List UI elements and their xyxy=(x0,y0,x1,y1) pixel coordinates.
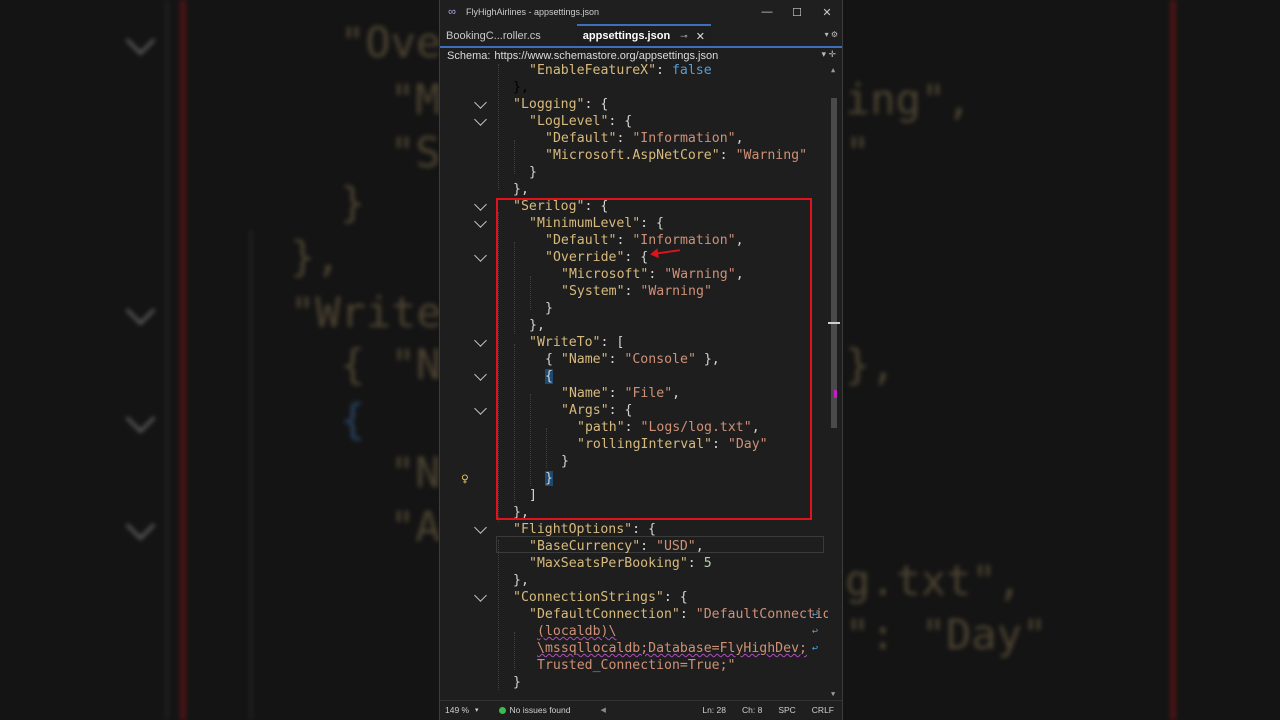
connection-string-part: (localdb)\ xyxy=(537,624,617,639)
background-chevron-icon xyxy=(125,25,156,56)
schema-url[interactable]: https://www.schemastore.org/appsettings.… xyxy=(494,50,718,62)
vs-window: ∞ FlyHighAirlines - appsettings.json — ☐… xyxy=(440,0,842,720)
title-bar: ∞ FlyHighAirlines - appsettings.json — ☐… xyxy=(440,0,842,24)
background-text: ": "Day" xyxy=(845,610,1048,659)
tab-booking-controller[interactable]: BookingC...roller.cs xyxy=(440,26,547,46)
background-text: { xyxy=(340,395,366,444)
code-line: "Microsoft.AspNetCore": "Warning" xyxy=(545,148,808,163)
background-text: "Ove xyxy=(340,18,442,67)
line-ending[interactable]: CRLF xyxy=(812,705,834,715)
code-line: "ConnectionStrings": { xyxy=(513,590,688,605)
word-wrap-icon: ↩ xyxy=(812,643,819,654)
issues-indicator[interactable]: No issues found xyxy=(498,705,571,715)
window-title: FlyHighAirlines - appsettings.json xyxy=(466,7,600,17)
background-text: "A xyxy=(390,502,441,551)
word-wrap-icon: ↩ xyxy=(812,609,819,620)
code-line: "LogLevel": { xyxy=(529,114,633,129)
code-line: "MaxSeatsPerBooking": 5 xyxy=(529,556,712,571)
code-line: "Logging": { xyxy=(513,97,609,112)
fold-chevron-icon[interactable] xyxy=(474,113,487,126)
background-text: g.txt", xyxy=(845,556,1023,605)
connection-string-part: \mssqllocaldb;Database=FlyHighDev; xyxy=(537,641,807,656)
code-line: } xyxy=(513,675,521,690)
code-editor[interactable]: ♀ "EnableFeatureX": false }, "Logging": … xyxy=(440,64,828,700)
code-line: "Default": "Information", xyxy=(545,131,744,146)
document-tabs: BookingC...roller.cs appsettings.json ⊸ … xyxy=(440,24,842,48)
background-chevron-icon xyxy=(125,510,156,541)
code-line: Trusted_Connection=True;" xyxy=(537,657,736,674)
background-chevron-icon xyxy=(125,403,156,434)
zoom-level[interactable]: 149 % xyxy=(445,705,475,715)
highlight-box xyxy=(496,198,812,520)
close-tab-icon[interactable]: ✕ xyxy=(696,30,705,43)
scrollbar-thumb[interactable] xyxy=(831,98,837,428)
code-line: "DefaultConnection": "DefaultConnection"… xyxy=(529,606,828,623)
code-line: }, xyxy=(513,80,529,95)
code-line: } xyxy=(529,165,537,180)
tab-overflow-dropdown-icon[interactable]: ▾ ⚙ xyxy=(825,30,838,39)
fold-chevron-icon[interactable] xyxy=(474,198,487,211)
pin-icon[interactable]: ⊸ xyxy=(680,31,688,42)
maximize-button[interactable]: ☐ xyxy=(782,6,812,19)
code-line: }, xyxy=(513,182,529,197)
lightbulb-icon[interactable]: ♀ xyxy=(461,472,469,487)
scroll-change-marker xyxy=(834,390,837,398)
column-number[interactable]: Ch: 8 xyxy=(742,705,762,715)
connection-string-part: Trusted_Connection=True;" xyxy=(537,658,736,673)
word-wrap-icon: ↩ xyxy=(812,626,819,637)
code-line: (localdb)\ xyxy=(537,623,616,640)
code-line: "FlightOptions": { xyxy=(513,522,656,537)
fold-chevron-icon[interactable] xyxy=(474,96,487,109)
fold-chevron-icon[interactable] xyxy=(474,402,487,415)
scroll-down-icon[interactable]: ▼ xyxy=(831,690,835,698)
tab-appsettings[interactable]: appsettings.json ⊸ ✕ xyxy=(576,24,711,46)
issues-text: No issues found xyxy=(509,705,571,715)
background-text: "Write xyxy=(290,288,442,337)
fold-chevron-icon[interactable] xyxy=(474,589,487,602)
code-line: \mssqllocaldb;Database=FlyHighDev; xyxy=(537,640,807,657)
minimize-button[interactable]: — xyxy=(752,6,782,18)
indent-mode[interactable]: SPC xyxy=(778,705,795,715)
vertical-scrollbar[interactable]: ▲ ▼ xyxy=(828,64,842,700)
check-icon xyxy=(498,706,506,714)
fold-chevron-icon[interactable] xyxy=(474,249,487,262)
scroll-left-icon[interactable]: ◀ xyxy=(600,706,605,714)
fold-chevron-icon[interactable] xyxy=(474,334,487,347)
fold-chevron-icon[interactable] xyxy=(474,521,487,534)
line-number[interactable]: Ln: 28 xyxy=(702,705,726,715)
background-red-bar-left xyxy=(180,0,186,720)
scroll-up-icon[interactable]: ▲ xyxy=(831,66,835,74)
visual-studio-logo-icon: ∞ xyxy=(448,6,456,18)
code-line: "BaseCurrency": "USD", xyxy=(529,539,704,554)
background-text: }, xyxy=(290,232,341,281)
status-bar: 149 % ▾ No issues found ◀ Ln: 28 Ch: 8 S… xyxy=(440,700,842,719)
background-text: "N xyxy=(390,448,441,497)
background-chevron-icon xyxy=(125,295,156,326)
code-line: "EnableFeatureX": false xyxy=(529,64,712,78)
tab-label: appsettings.json xyxy=(582,30,671,42)
schema-bar: Schema: https://www.schemastore.org/apps… xyxy=(440,48,842,65)
tab-label: BookingC...roller.cs xyxy=(446,30,541,42)
background-text: } xyxy=(340,178,366,227)
background-text: " xyxy=(845,128,871,177)
fold-chevron-icon[interactable] xyxy=(474,368,487,381)
scroll-position-marker xyxy=(828,322,840,324)
background-text: { "N xyxy=(340,340,442,389)
fold-chevron-icon[interactable] xyxy=(474,215,487,228)
background-text: ing", xyxy=(845,75,972,124)
code-line: }, xyxy=(513,573,529,588)
schema-tools-icon[interactable]: ▾ ✛ xyxy=(821,49,836,60)
background-red-bar-right xyxy=(1170,0,1176,720)
background-text: }, xyxy=(845,340,896,389)
background-text: "S xyxy=(390,128,441,177)
zoom-dropdown-icon[interactable]: ▾ xyxy=(475,706,479,714)
connection-string-part: "DefaultConnection": "Server= xyxy=(695,607,828,622)
schema-label: Schema: xyxy=(447,50,491,62)
close-window-button[interactable]: ✕ xyxy=(812,6,842,19)
